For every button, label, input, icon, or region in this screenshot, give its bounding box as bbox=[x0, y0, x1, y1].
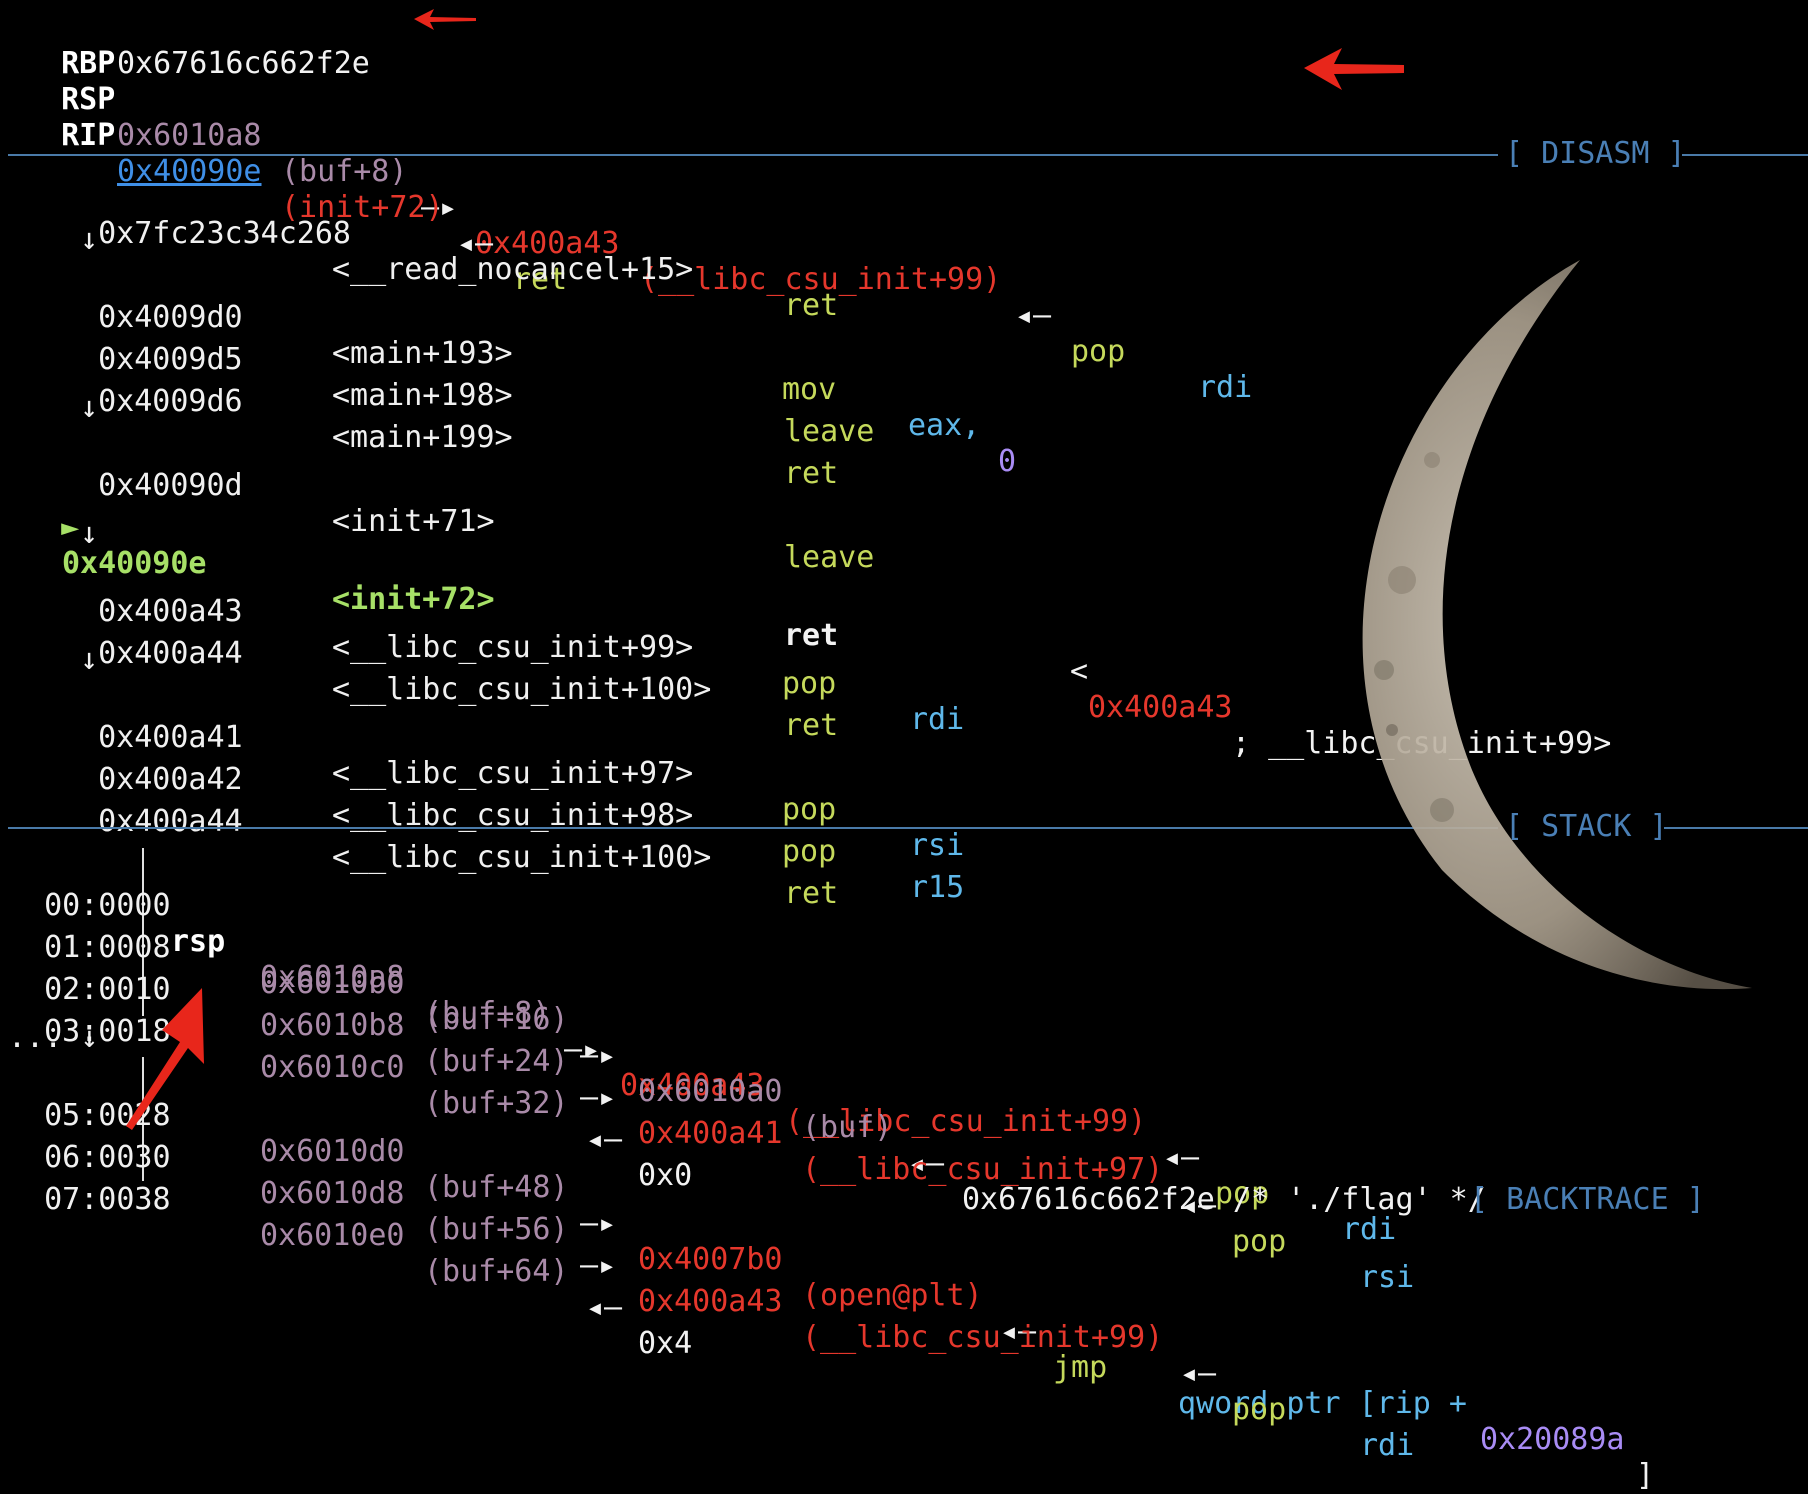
register-rip-line: RIP 0x40090e (init+72) ◂— ret bbox=[25, 82, 625, 297]
flow-arrow-icon: ↓ bbox=[80, 642, 99, 677]
disasm-row: 0x4009d0 <main+193> mov eax, 0 bbox=[62, 264, 1062, 479]
disasm-row: 0x400a43 <__libc_csu_init+99> pop rdi bbox=[62, 558, 964, 737]
moon-image bbox=[1362, 260, 1752, 990]
disasm-header: [ DISASM ] bbox=[1505, 136, 1686, 171]
stack-insn: pop bbox=[1232, 1224, 1287, 1259]
rsp-address: 0x6010a8 bbox=[117, 118, 262, 153]
stack-symbol: (buf+64) bbox=[424, 1254, 569, 1289]
disasm-row: 0x400a42 <__libc_csu_init+98> pop r15 bbox=[62, 726, 964, 905]
stack-operand: rsi bbox=[1360, 1260, 1415, 1295]
stack-operand-offset: 0x20089a bbox=[1480, 1422, 1625, 1457]
flow-arrow-icon: ↓ bbox=[80, 390, 99, 425]
disasm-address: 0x4009d6 bbox=[98, 384, 243, 419]
disasm-row: 0x4009d6 <main+199> ret bbox=[62, 348, 962, 491]
register-name: RIP bbox=[61, 118, 116, 153]
disasm-separator-right bbox=[1682, 154, 1808, 156]
stack-target: 0x400a43 bbox=[638, 1284, 783, 1319]
stack-operand-close: ] bbox=[1636, 1458, 1655, 1493]
stack-operand: rdi bbox=[1360, 1428, 1415, 1463]
stack-address: 0x6010e0 bbox=[260, 1218, 405, 1253]
stack-row: 05:0028 0x6010d0 (buf+48) —▸ 0x4007b0 (o… bbox=[8, 1062, 1668, 1493]
stack-row: 07:0038 0x6010e0 (buf+64) ◂— 0x4 bbox=[8, 1146, 908, 1361]
disasm-address: 0x7fc23c34c268 bbox=[98, 216, 351, 251]
disasm-address: 0x400a44 bbox=[98, 636, 243, 671]
disasm-separator-left bbox=[8, 154, 1498, 156]
back-arrow: ◂— bbox=[1180, 1188, 1217, 1223]
stack-skip-indicator: ... ↓ bbox=[8, 1020, 99, 1055]
back-arrow: ◂— bbox=[586, 1290, 623, 1325]
disasm-comment-open: < bbox=[1070, 654, 1089, 689]
stack-separator-left bbox=[8, 827, 1498, 829]
back-arrow: ◂— bbox=[1015, 298, 1052, 333]
disasm-row: 0x400a41 <__libc_csu_init+97> pop rsi bbox=[62, 684, 964, 863]
back-arrow: ◂— bbox=[1180, 1356, 1217, 1391]
flow-arrow-icon: ↓ bbox=[80, 222, 99, 257]
deref-arrow: —▸ bbox=[580, 1206, 617, 1241]
stack-operand: qword ptr [rip + bbox=[1178, 1386, 1467, 1421]
register-rsp-line: RSP 0x6010a8 (buf+8) —▸ 0x400a43 (__libc… bbox=[25, 46, 1325, 405]
disasm-row: 0x400a44 <__libc_csu_init+100> ret bbox=[62, 768, 962, 911]
current-instruction-marker-icon: ► bbox=[61, 510, 80, 545]
deref-arrow: —▸ bbox=[580, 1248, 617, 1283]
stack-insn: pop bbox=[1232, 1392, 1287, 1427]
disasm-row: 0x40090d <init+71> leave bbox=[62, 432, 962, 575]
register-rbp-line: RBP 0x67616c662f2e bbox=[25, 10, 370, 81]
stack-value: 0x4 bbox=[638, 1326, 693, 1361]
disasm-row: 0x4009d5 <main+198> leave bbox=[62, 306, 962, 449]
stack-index: 07:0038 bbox=[44, 1182, 171, 1217]
disasm-address: 0x400a44 bbox=[98, 804, 243, 839]
back-arrow: ◂— bbox=[1163, 1140, 1200, 1175]
rsp-insn: pop bbox=[1071, 334, 1126, 369]
stack-symbol: (buf+56) bbox=[424, 1212, 569, 1247]
rsp-operand: rdi bbox=[1198, 370, 1253, 405]
flow-arrow-icon: ↓ bbox=[80, 516, 99, 551]
red-pointer-arrow-icon bbox=[1304, 48, 1404, 90]
red-pointer-arrow-icon bbox=[414, 9, 476, 30]
stack-row: 06:0030 0x6010d8 (buf+56) —▸ 0x400a43 (_… bbox=[8, 1104, 1608, 1463]
disasm-row: 0x400a44 <__libc_csu_init+100> ret bbox=[62, 600, 962, 743]
backtrace-header: [ BACKTRACE ] bbox=[1470, 1182, 1705, 1217]
stack-target-symbol: (open@plt) bbox=[802, 1278, 983, 1313]
disasm-comment-address: 0x400a43 bbox=[1088, 690, 1233, 725]
stack-target: 0x4007b0 bbox=[638, 1242, 783, 1277]
red-pointer-arrow-icon bbox=[126, 988, 204, 1130]
stack-target-symbol: (__libc_csu_init+99) bbox=[802, 1320, 1164, 1355]
disasm-row: 0x7fc23c34c268 <__read_nocancel+15> ret bbox=[62, 180, 862, 323]
